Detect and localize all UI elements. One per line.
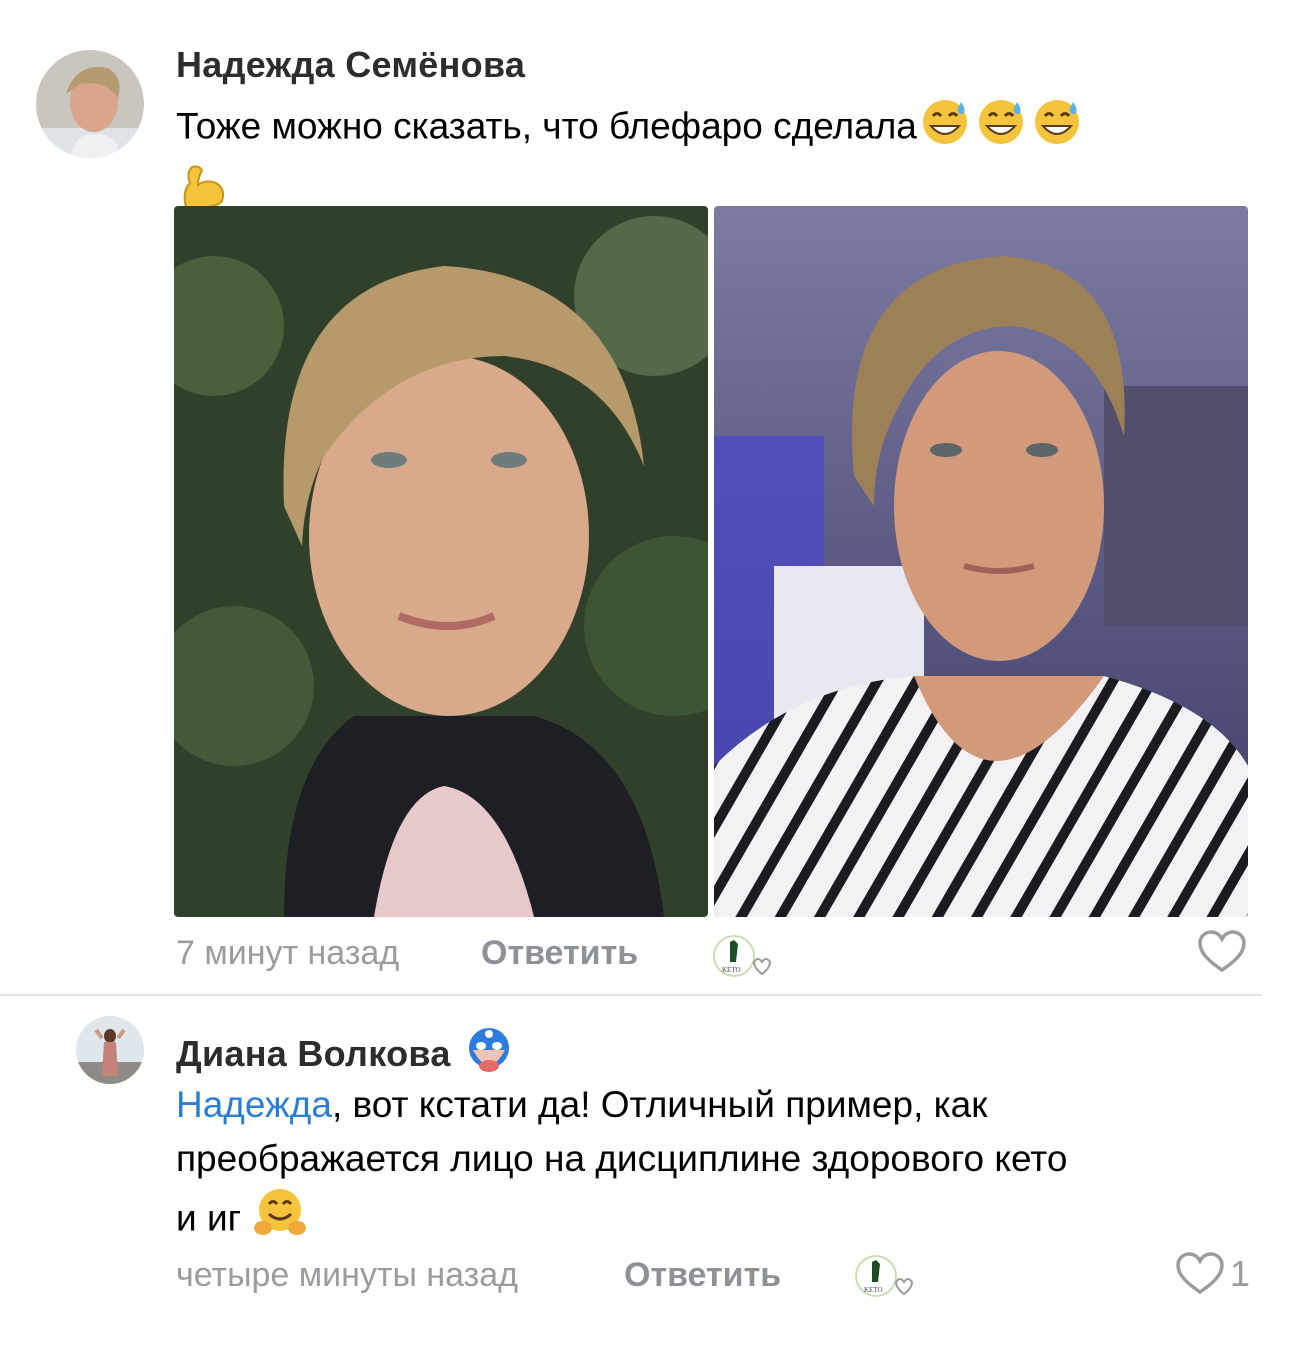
comment-line-2: преображается лицо на дисциплине здорово… [176, 1138, 1068, 1179]
keto-badge-icon[interactable]: KETO [710, 932, 772, 977]
reply-button[interactable]: Ответить [624, 1256, 781, 1295]
badge-label: KETO [722, 966, 741, 974]
comment-2: Диана Волкова Надежда, вот кстати да! От… [0, 996, 1290, 1349]
grinning-sweat-icon [973, 96, 1029, 161]
badge-label: KETO [864, 1286, 883, 1294]
comment-time: 7 минут назад [176, 934, 400, 972]
comment-body: Тоже можно сказать, что блефаро сделала [176, 105, 917, 147]
grinning-sweat-icon [917, 96, 973, 161]
comment-line-3: и иг [176, 1197, 242, 1239]
like-count: 1 [1230, 1253, 1251, 1294]
author-name[interactable]: Надежда Семёнова [176, 44, 525, 86]
comment-1: Надежда Семёнова Тоже можно сказать, что… [0, 0, 1290, 994]
heart-icon [1176, 1252, 1224, 1295]
reply-button[interactable]: Ответить [481, 934, 638, 973]
comment-time: четыре минуты назад [176, 1256, 519, 1294]
like-button[interactable] [1198, 930, 1252, 974]
avatar[interactable] [76, 1016, 144, 1084]
comment-text: Надежда, вот кстати да! Отличный пример,… [176, 1078, 1266, 1255]
before-photo[interactable] [174, 206, 708, 917]
heart-icon [1198, 930, 1246, 973]
after-photo[interactable] [714, 206, 1248, 917]
hugging-face-icon [251, 1186, 309, 1255]
author-name-text: Диана Волкова [176, 1033, 451, 1075]
keto-badge-icon[interactable]: KETO [852, 1252, 914, 1297]
mention-link[interactable]: Надежда [176, 1084, 332, 1125]
comment-line-1: , вот кстати да! Отличный пример, как [331, 1084, 988, 1125]
like-button[interactable]: 1 [1176, 1252, 1250, 1296]
avatar[interactable] [36, 50, 144, 158]
grinning-sweat-icon [1029, 96, 1085, 161]
